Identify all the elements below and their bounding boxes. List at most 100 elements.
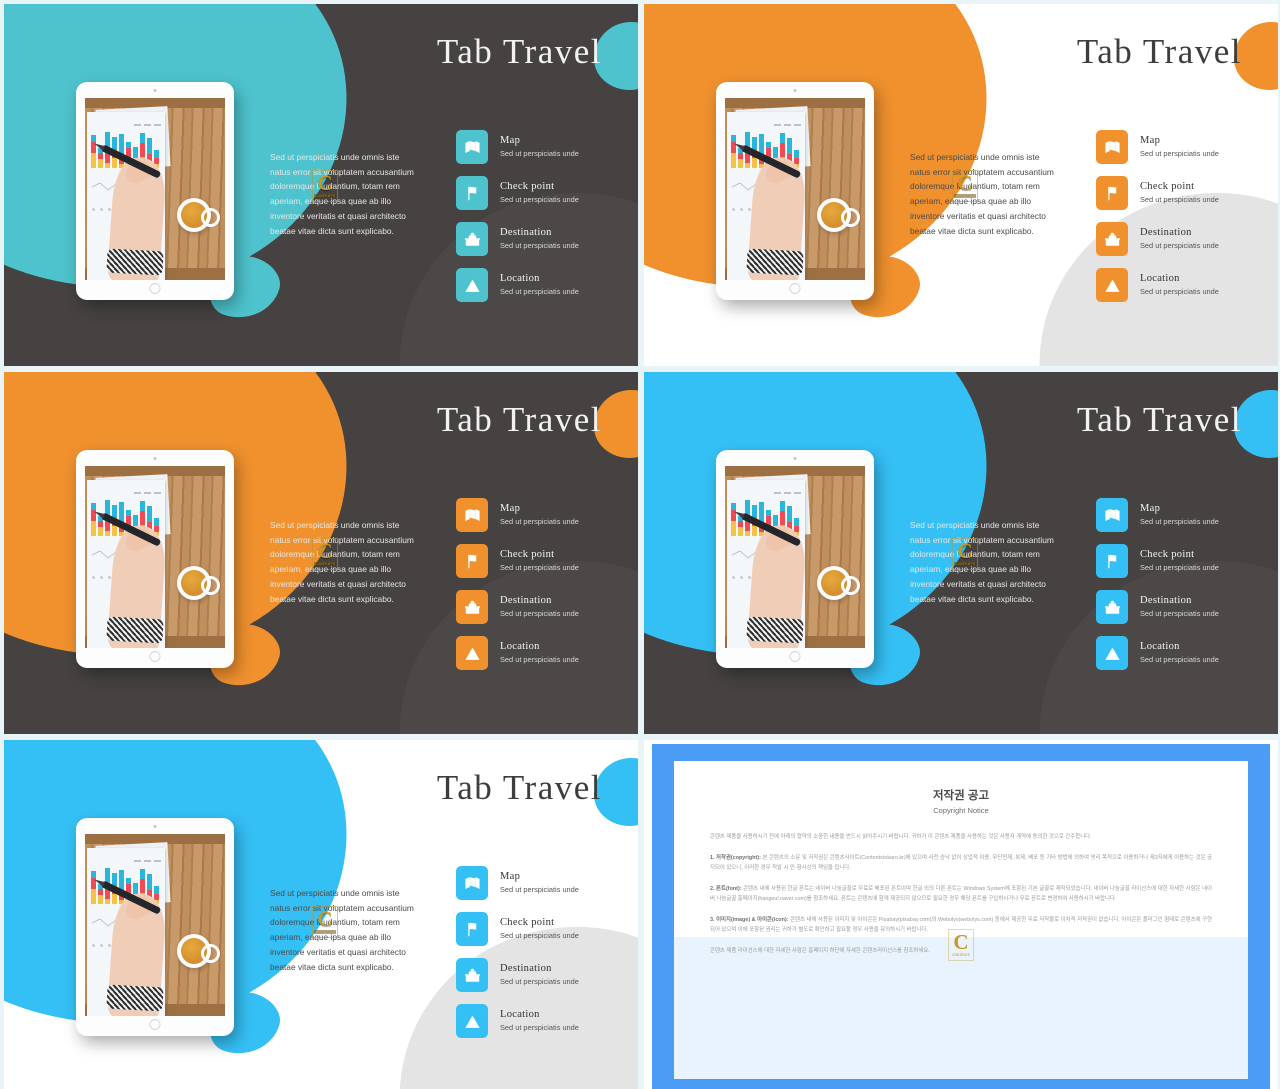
chart-bar-segment (91, 135, 96, 142)
tablet-screen-photo (725, 98, 865, 280)
feature-subtitle: Sed ut perspiciatis unde (1140, 241, 1219, 251)
location-icon (1096, 636, 1128, 670)
destination-icon (456, 222, 488, 256)
copyright-watermark: C CONTENTS (312, 538, 338, 570)
chart-bar-segment (91, 509, 96, 521)
feature-subtitle: Sed ut perspiciatis unde (500, 609, 579, 619)
chart-bar-segment (126, 509, 131, 517)
feature-subtitle: Sed ut perspiciatis unde (1140, 609, 1219, 619)
feature-title: Map (1140, 134, 1161, 146)
feature-subtitle: Sed ut perspiciatis unde (500, 977, 579, 987)
feature-item[interactable]: Map Sed ut perspiciatis unde (456, 130, 626, 164)
chart-bar-segment (147, 874, 152, 890)
chart-bar (119, 869, 124, 904)
chart-bar-segment (773, 515, 778, 527)
feature-list: Map Sed ut perspiciatis unde Check point Se… (1096, 498, 1266, 682)
slide-3[interactable]: Tab Travel Sed ut perspiciatis unde omnis… (4, 372, 638, 734)
feature-item[interactable]: Map Sed ut perspiciatis unde (456, 866, 626, 900)
feature-title: Location (500, 1008, 540, 1020)
chart-bar-segment (119, 133, 124, 154)
feature-title: Check point (500, 916, 555, 928)
feature-item[interactable]: Check point Sed ut perspiciatis unde (456, 912, 626, 946)
chart-bar-segment (738, 520, 743, 528)
slide-2[interactable]: Tab Travel Sed ut perspiciatis unde omnis… (644, 4, 1278, 366)
feature-item[interactable]: Destination Sed ut perspiciatis unde (456, 958, 626, 992)
feature-item[interactable]: Location Sed ut perspiciatis unde (1096, 636, 1266, 670)
chart-bar-segment (105, 530, 110, 536)
body-paragraph: Sed ut perspiciatis unde omnis iste natu… (270, 152, 414, 236)
feature-item[interactable]: Check point Sed ut perspiciatis unde (456, 176, 626, 210)
feature-item[interactable]: Location Sed ut perspiciatis unde (456, 1004, 626, 1038)
location-icon (1096, 268, 1128, 302)
chart-bar-segment (98, 895, 103, 904)
sleeve-cuff (746, 248, 804, 276)
chart-bar-segment (140, 142, 145, 157)
chart-bar (91, 503, 96, 536)
chart-bar-segment (140, 510, 145, 525)
chart-bar-segment (98, 527, 103, 536)
feature-item[interactable]: Destination Sed ut perspiciatis unde (456, 222, 626, 256)
feature-item[interactable]: Location Sed ut perspiciatis unde (1096, 268, 1266, 302)
map-icon (456, 498, 488, 532)
feature-list: Map Sed ut perspiciatis unde Check point Se… (456, 130, 626, 314)
tablet-device-mockup (716, 450, 874, 668)
chart-bar (119, 501, 124, 536)
slide-5[interactable]: Tab Travel Sed ut perspiciatis unde omnis… (4, 740, 638, 1089)
feature-title: Check point (1140, 180, 1195, 192)
chart-bar-segment (154, 518, 159, 527)
location-icon (456, 268, 488, 302)
chart-legend-ticks (774, 492, 801, 494)
chart-bar-segment (780, 142, 785, 157)
feature-item[interactable]: Check point Sed ut perspiciatis unde (1096, 176, 1266, 210)
slide-1[interactable]: Tab Travel Sed ut perspiciatis unde omnis… (4, 4, 638, 366)
chart-bar-segment (91, 503, 96, 510)
feature-title: Map (500, 134, 521, 146)
tablet-device-mockup (76, 450, 234, 668)
feature-item[interactable]: Map Sed ut perspiciatis unde (1096, 130, 1266, 164)
feature-subtitle: Sed ut perspiciatis unde (1140, 563, 1219, 573)
chart-bar (91, 871, 96, 904)
tablet-device-mockup (76, 818, 234, 1036)
feature-title: Location (500, 272, 540, 284)
sleeve-cuff (746, 616, 804, 644)
chart-bar-segment (119, 869, 124, 890)
copyright-watermark: C CONTENTS (312, 170, 338, 202)
coffee-cup (177, 934, 220, 968)
coffee-cup (177, 198, 220, 232)
slide-6-copyright-notice[interactable]: 저작권 공고 Copyright Notice 콘텐츠 제품을 사용하시기 전에 아… (644, 740, 1278, 1089)
watermark-label: CONTENTS (952, 952, 970, 957)
location-icon (456, 636, 488, 670)
slide-4[interactable]: Tab Travel Sed ut perspiciatis unde omnis… (644, 372, 1278, 734)
chart-bar-segment (105, 162, 110, 168)
chart-bar-segment (98, 888, 103, 896)
tablet-screen-photo (85, 834, 225, 1016)
feature-item[interactable]: Check point Sed ut perspiciatis unde (456, 544, 626, 578)
chart-bar-segment (766, 509, 771, 517)
feature-item[interactable]: Destination Sed ut perspiciatis unde (1096, 590, 1266, 624)
tablet-screen-photo (725, 466, 865, 648)
chart-bar-segment (752, 158, 757, 168)
feature-item[interactable]: Destination Sed ut perspiciatis unde (456, 590, 626, 624)
chart-bar-segment (91, 141, 96, 153)
feature-item[interactable]: Destination Sed ut perspiciatis unde (1096, 222, 1266, 256)
feature-item[interactable]: Check point Sed ut perspiciatis unde (1096, 544, 1266, 578)
feature-item[interactable]: Map Sed ut perspiciatis unde (1096, 498, 1266, 532)
flag-icon (456, 912, 488, 946)
map-icon (456, 130, 488, 164)
chart-bar-segment (119, 501, 124, 522)
chart-bar-segment (91, 877, 96, 889)
chart-bar-segment (731, 135, 736, 142)
slide-title: Tab Travel (436, 768, 602, 807)
chart-bar-segment (140, 500, 145, 511)
feature-subtitle: Sed ut perspiciatis unde (500, 655, 579, 665)
feature-item[interactable]: Map Sed ut perspiciatis unde (456, 498, 626, 532)
notice-section-body: 본 콘텐츠의 소유 및 저작권은 콘텐츠사이트(Contentstokaro.k… (710, 855, 1212, 871)
sleeve-cuff (106, 984, 164, 1012)
chart-bar-segment (794, 150, 799, 159)
feature-item[interactable]: Location Sed ut perspiciatis unde (456, 636, 626, 670)
chart-bar-segment (112, 894, 117, 904)
feature-subtitle: Sed ut perspiciatis unde (1140, 517, 1219, 527)
feature-item[interactable]: Location Sed ut perspiciatis unde (456, 268, 626, 302)
notice-section: 2. 폰트(font): 콘텐츠 내에 사용된 한글 폰트는 네이버 나눔글꼴로… (710, 884, 1212, 904)
chart-bar-segment (738, 152, 743, 160)
